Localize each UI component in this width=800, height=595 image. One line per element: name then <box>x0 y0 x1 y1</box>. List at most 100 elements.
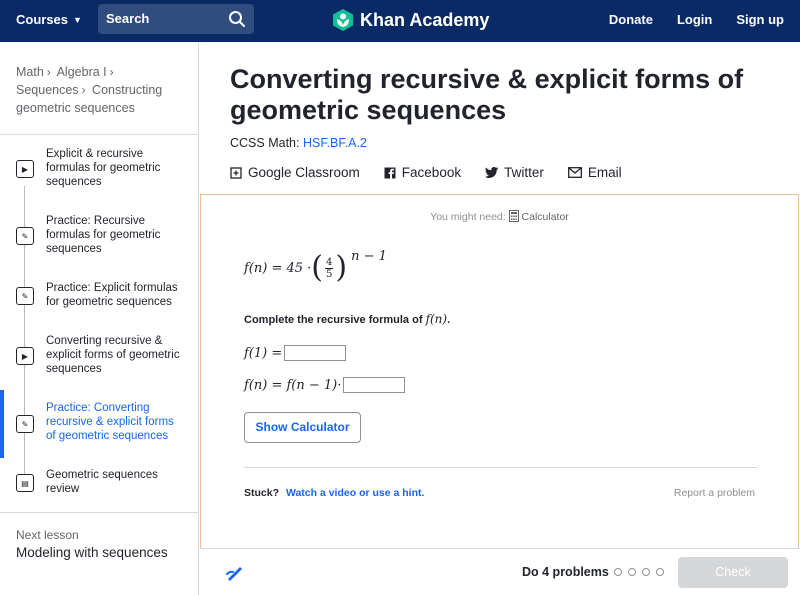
calculator-label: Calculator <box>521 211 569 223</box>
sidebar-item-practice-converting[interactable]: ✎ Practice: Converting recursive & expli… <box>0 390 199 458</box>
calculator-hint: Calculator <box>508 210 569 223</box>
email-label: Email <box>587 165 622 180</box>
brand-name: Khan Academy <box>360 9 490 30</box>
play-icon: ▶ <box>16 347 34 365</box>
question-prompt: Complete the recursive formula of f(n). <box>244 312 450 326</box>
facebook-button[interactable]: Facebook <box>384 165 461 180</box>
sidebar-item-label: Practice: Converting recursive & explici… <box>46 402 174 442</box>
sidebar-item-video-converting[interactable]: ▶ Converting recursive & explicit forms … <box>0 333 199 377</box>
pencil-icon: ✎ <box>16 415 34 433</box>
breadcrumb-math[interactable]: Math <box>16 65 44 79</box>
exercise-panel: You might need: Calculator f(n) = 45 · (… <box>200 194 799 548</box>
explicit-formula: f(n) = 45 · ( 4 5 ) n − 1 <box>244 249 387 285</box>
sidebar-item-review[interactable]: ▤ Geometric sequences review <box>0 467 199 497</box>
leaf-logo-icon <box>333 9 353 31</box>
divider <box>0 512 199 513</box>
formula-lhs: f(n) = 45 · <box>244 260 312 276</box>
progress-dot <box>642 568 650 576</box>
email-icon <box>567 167 582 178</box>
next-lesson-label: Next lesson <box>16 528 79 542</box>
breadcrumb: Math › Algebra I › Sequences › Constructing… <box>16 63 188 117</box>
formula-exponent: n − 1 <box>351 248 387 264</box>
prompt-suffix: . <box>447 314 451 326</box>
twitter-icon <box>485 167 499 178</box>
progress-dot <box>656 568 664 576</box>
calculator-icon <box>508 210 519 222</box>
sidebar-item-label: Explicit & recursive formulas for geomet… <box>46 148 161 188</box>
twitter-label: Twitter <box>504 165 544 180</box>
facebook-icon <box>384 167 396 179</box>
divider <box>0 134 199 135</box>
fraction-numerator: 4 <box>325 256 334 269</box>
left-paren: ( <box>311 250 324 285</box>
stuck-label: Stuck? <box>244 487 280 499</box>
sidebar: Math › Algebra I › Sequences › Constructing… <box>0 42 199 595</box>
search-label: Search <box>106 11 150 26</box>
chevron-down-icon: ▼ <box>73 14 82 25</box>
first-term-label: f(1) = <box>244 345 283 361</box>
prompt-math: f(n) <box>425 312 448 326</box>
share-bar: Google Classroom Facebook Twitter Email <box>230 165 622 180</box>
ccss-standard: CCSS Math: HSF.BF.A.2 <box>230 136 367 150</box>
common-ratio-input[interactable] <box>343 377 406 393</box>
first-term-input[interactable] <box>284 345 347 361</box>
next-lesson-title: Modeling with sequences <box>16 545 168 560</box>
donate-link[interactable]: Donate <box>609 12 653 27</box>
sidebar-item-label: Geometric sequences review <box>46 469 158 495</box>
page-title: Converting recursive & explicit forms of… <box>230 64 744 125</box>
sidebar-item-label: Practice: Recursive formulas for geometr… <box>46 215 161 255</box>
might-need-label: You might need: <box>430 211 506 223</box>
report-problem-link[interactable]: Report a problem <box>674 487 755 499</box>
signup-link[interactable]: Sign up <box>736 12 784 27</box>
email-button[interactable]: Email <box>567 165 622 180</box>
formula-fraction: 4 5 <box>325 256 334 280</box>
chevron-right-icon: › <box>46 65 51 79</box>
ccss-link[interactable]: HSF.BF.A.2 <box>303 136 367 150</box>
top-nav: Courses ▼ Search Khan Academy Donate Log… <box>0 0 800 42</box>
document-icon: ▤ <box>16 474 34 492</box>
sidebar-item-practice-recursive[interactable]: ✎ Practice: Recursive formulas for geome… <box>0 213 199 257</box>
breadcrumb-algebra[interactable]: Algebra I <box>57 65 107 79</box>
sidebar-item-label: Practice: Explicit formulas for geometri… <box>46 282 178 308</box>
sidebar-item-label: Converting recursive & explicit forms of… <box>46 335 180 375</box>
answer-row-first-term: f(1) = <box>244 345 347 361</box>
google-classroom-icon <box>230 166 242 179</box>
chevron-right-icon: › <box>81 83 86 97</box>
breadcrumb-sequences[interactable]: Sequences <box>16 83 79 97</box>
nav-links: Donate Login Sign up <box>609 12 784 27</box>
show-calculator-button[interactable]: Show Calculator <box>244 412 361 443</box>
active-indicator <box>0 390 4 458</box>
check-button[interactable]: Check <box>678 557 788 588</box>
twitter-button[interactable]: Twitter <box>485 165 544 180</box>
scratchpad-button[interactable] <box>225 562 245 587</box>
khan-academy-logo[interactable]: Khan Academy <box>332 8 489 32</box>
ccss-label: CCSS Math: <box>230 136 300 150</box>
pencil-icon: ✎ <box>16 227 34 245</box>
might-need: You might need: Calculator <box>201 210 798 223</box>
courses-label: Courses <box>16 12 69 27</box>
right-paren: ) <box>335 250 348 285</box>
google-classroom-button[interactable]: Google Classroom <box>230 165 360 180</box>
search-box[interactable]: Search <box>98 4 254 34</box>
scratchpad-pencil-icon <box>226 567 242 581</box>
stuck-hint: Stuck? Watch a video or use a hint. <box>244 487 424 499</box>
courses-menu[interactable]: Courses ▼ <box>16 12 82 27</box>
search-icon <box>229 11 245 27</box>
progress-dot <box>628 568 636 576</box>
prompt-text: Complete the recursive formula of <box>244 314 423 326</box>
chevron-right-icon: › <box>109 65 114 79</box>
recursive-label: f(n) = f(n − 1)· <box>244 377 342 393</box>
answer-row-ratio: f(n) = f(n − 1)· <box>244 377 406 393</box>
progress-dot <box>614 568 622 576</box>
exercise-footer: Do 4 problems Check <box>200 548 800 595</box>
play-icon: ▶ <box>16 160 34 178</box>
sidebar-item-practice-explicit[interactable]: ✎ Practice: Explicit formulas for geomet… <box>0 280 199 310</box>
pencil-icon: ✎ <box>16 287 34 305</box>
sidebar-item-video-formulas[interactable]: ▶ Explicit & recursive formulas for geom… <box>0 146 199 190</box>
login-link[interactable]: Login <box>677 12 712 27</box>
next-lesson[interactable]: Next lesson Modeling with sequences <box>16 528 168 560</box>
google-classroom-label: Google Classroom <box>248 165 360 180</box>
progress-dots <box>614 568 664 576</box>
fraction-denominator: 5 <box>326 268 333 280</box>
video-hint-link[interactable]: Watch a video or use a hint. <box>286 487 424 499</box>
